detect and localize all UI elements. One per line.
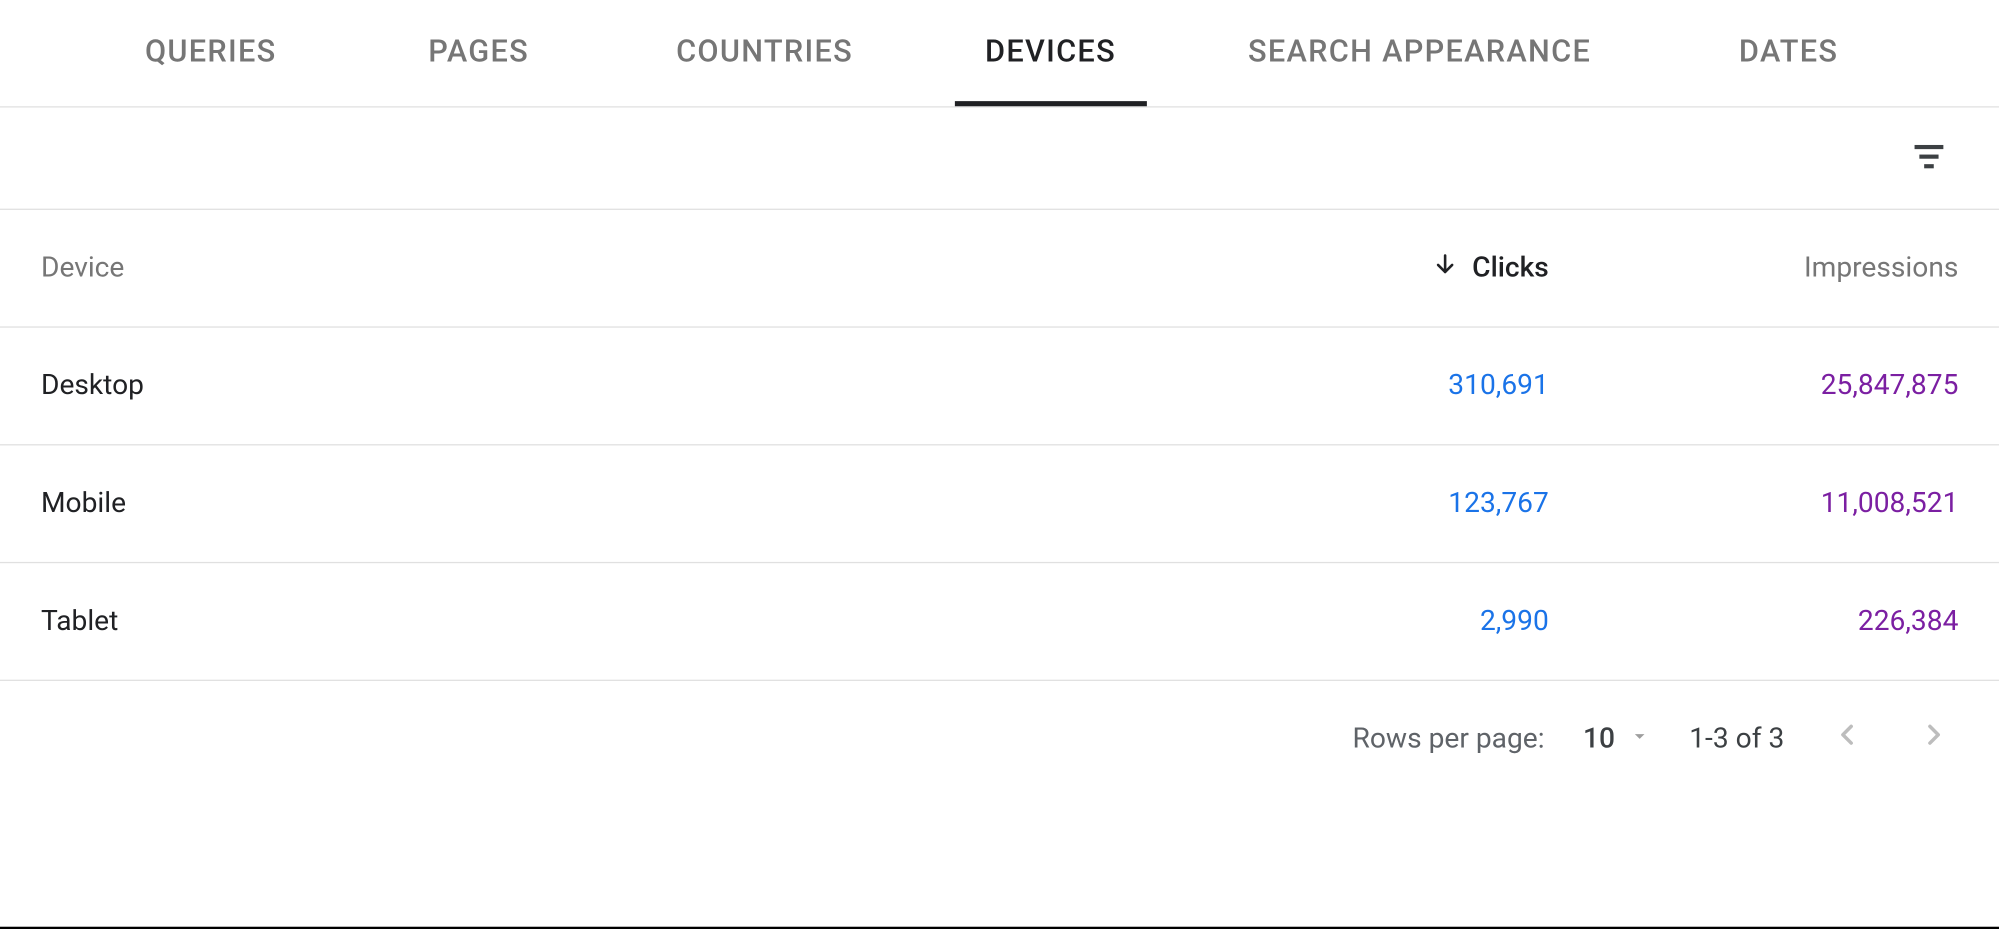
tab-queries[interactable]: QUERIES	[115, 0, 307, 106]
rows-per-page-select[interactable]: 10	[1583, 723, 1651, 755]
filter-icon[interactable]	[1900, 126, 1959, 190]
tab-search-appearance[interactable]: SEARCH APPEARANCE	[1222, 0, 1616, 106]
sort-arrow-down-icon	[1431, 250, 1459, 286]
chevron-right-icon	[1917, 718, 1950, 759]
table-row[interactable]: Tablet 2,990 226,384	[0, 563, 1999, 681]
column-header-clicks-label: Clicks	[1472, 252, 1549, 284]
page-range-text: 1-3 of 3	[1689, 723, 1784, 755]
filter-bar	[0, 108, 1999, 210]
column-header-clicks[interactable]: Clicks	[1165, 250, 1549, 286]
cell-impressions: 11,008,521	[1549, 488, 1959, 520]
table-row[interactable]: Desktop 310,691 25,847,875	[0, 328, 1999, 446]
prev-page-button[interactable]	[1823, 710, 1872, 766]
table-header-row: Device Clicks Impressions	[0, 210, 1999, 328]
cell-impressions: 25,847,875	[1549, 370, 1959, 402]
cell-clicks: 2,990	[1165, 605, 1549, 637]
pagination-bar: Rows per page: 10 1-3 of 3	[0, 681, 1999, 796]
cell-impressions: 226,384	[1549, 605, 1959, 637]
tab-devices[interactable]: DEVICES	[955, 0, 1147, 106]
next-page-button[interactable]	[1910, 710, 1959, 766]
chevron-left-icon	[1830, 718, 1863, 759]
dropdown-arrow-icon	[1628, 723, 1651, 755]
tab-bar: QUERIES PAGES COUNTRIES DEVICES SEARCH A…	[0, 0, 1999, 108]
tab-dates[interactable]: DATES	[1693, 0, 1885, 106]
column-header-device[interactable]: Device	[41, 252, 1165, 284]
data-table: Device Clicks Impressions Desktop 310,69…	[0, 210, 1999, 681]
table-row[interactable]: Mobile 123,767 11,008,521	[0, 445, 1999, 563]
rows-per-page-value: 10	[1583, 723, 1615, 755]
rows-per-page-label: Rows per page:	[1353, 723, 1545, 755]
cell-clicks: 310,691	[1165, 370, 1549, 402]
cell-device: Tablet	[41, 605, 1165, 637]
tab-pages[interactable]: PAGES	[383, 0, 575, 106]
column-header-impressions[interactable]: Impressions	[1549, 252, 1959, 284]
cell-device: Mobile	[41, 488, 1165, 520]
cell-clicks: 123,767	[1165, 488, 1549, 520]
cell-device: Desktop	[41, 370, 1165, 402]
tab-countries[interactable]: COUNTRIES	[651, 0, 879, 106]
